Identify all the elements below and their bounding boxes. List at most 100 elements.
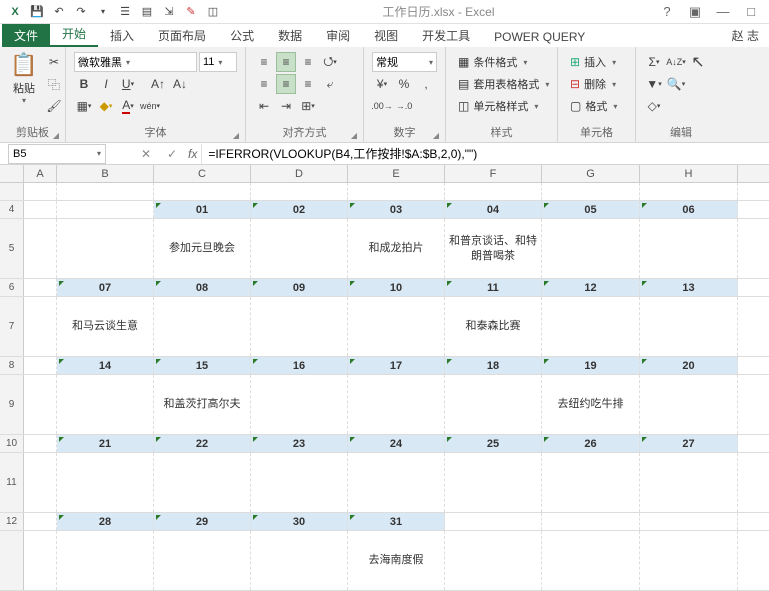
cell[interactable]: 11	[445, 279, 542, 296]
cell[interactable]	[445, 183, 542, 200]
cell[interactable]	[57, 531, 154, 590]
merge-center-icon[interactable]: ⊞▾	[298, 96, 318, 116]
cell[interactable]	[348, 183, 445, 200]
cell[interactable]	[348, 453, 445, 512]
copy-icon[interactable]: ⿻	[44, 74, 64, 94]
tab-data[interactable]: 数据	[266, 24, 314, 47]
row-header[interactable]	[0, 531, 24, 590]
cell[interactable]	[24, 435, 57, 452]
row-header[interactable]: 10	[0, 435, 24, 452]
cell[interactable]	[24, 531, 57, 590]
cell[interactable]	[640, 453, 738, 512]
cell[interactable]	[57, 453, 154, 512]
cell[interactable]: 和普京谈话、和特朗普喝茶	[445, 219, 542, 278]
user-name[interactable]: 赵 志	[722, 24, 769, 47]
column-header[interactable]: A	[24, 165, 57, 182]
cell[interactable]	[640, 297, 738, 356]
cell[interactable]: 26	[542, 435, 640, 452]
cell[interactable]: 27	[640, 435, 738, 452]
orientation-icon[interactable]: ⭯▾	[320, 52, 340, 72]
column-header[interactable]: D	[251, 165, 348, 182]
help-icon[interactable]: ?	[653, 4, 681, 19]
cell[interactable]: 和泰森比赛	[445, 297, 542, 356]
cell[interactable]: 14	[57, 357, 154, 374]
format-as-table-button[interactable]: ▤套用表格格式▾	[454, 74, 553, 94]
cell[interactable]: 30	[251, 513, 348, 530]
cell[interactable]	[24, 279, 57, 296]
cell[interactable]: 去纽约吃牛排	[542, 375, 640, 434]
cell[interactable]	[542, 219, 640, 278]
accounting-format-icon[interactable]: ¥▾	[372, 74, 392, 94]
row-header[interactable]: 7	[0, 297, 24, 356]
cell[interactable]: 09	[251, 279, 348, 296]
align-center-icon[interactable]: ≡	[276, 74, 296, 94]
clear-icon[interactable]: ◇▾	[644, 96, 664, 116]
tab-home[interactable]: 开始	[50, 22, 98, 47]
row-header[interactable]: 8	[0, 357, 24, 374]
row-header[interactable]	[0, 183, 24, 200]
cell[interactable]	[154, 183, 251, 200]
cell[interactable]: 18	[445, 357, 542, 374]
row-header[interactable]: 6	[0, 279, 24, 296]
tab-developer[interactable]: 开发工具	[410, 24, 482, 47]
cell[interactable]	[24, 219, 57, 278]
align-bottom-icon[interactable]: ≡	[298, 52, 318, 72]
cell[interactable]	[24, 201, 57, 218]
cell[interactable]: 12	[542, 279, 640, 296]
bold-button[interactable]: B	[74, 74, 94, 94]
cell[interactable]	[445, 513, 542, 530]
qat-eraser-icon[interactable]: ◫	[204, 3, 222, 21]
cell[interactable]: 16	[251, 357, 348, 374]
redo-icon[interactable]: ↷	[72, 3, 90, 21]
column-header[interactable]: C	[154, 165, 251, 182]
cell[interactable]: 22	[154, 435, 251, 452]
cell[interactable]	[251, 453, 348, 512]
align-top-icon[interactable]: ≡	[254, 52, 274, 72]
cell[interactable]: 04	[445, 201, 542, 218]
fill-color-icon[interactable]: ◆▾	[96, 96, 116, 116]
cell[interactable]: 31	[348, 513, 445, 530]
wrap-text-icon[interactable]: ⤶	[320, 74, 340, 94]
cell[interactable]	[542, 297, 640, 356]
align-middle-icon[interactable]: ≡	[276, 52, 296, 72]
select-all-corner[interactable]	[0, 165, 24, 182]
tab-review[interactable]: 审阅	[314, 24, 362, 47]
column-header[interactable]: F	[445, 165, 542, 182]
cell[interactable]: 28	[57, 513, 154, 530]
cell[interactable]	[154, 297, 251, 356]
cell[interactable]	[24, 183, 57, 200]
alignment-launcher-icon[interactable]: ◢	[351, 131, 357, 140]
tab-file[interactable]: 文件	[2, 24, 50, 47]
cell[interactable]	[445, 375, 542, 434]
column-header[interactable]: B	[57, 165, 154, 182]
cell[interactable]	[640, 183, 738, 200]
decrease-font-icon[interactable]: A↓	[170, 74, 190, 94]
cell[interactable]	[154, 531, 251, 590]
cell[interactable]	[251, 219, 348, 278]
qat-print-icon[interactable]: ✎	[182, 3, 200, 21]
column-header[interactable]: H	[640, 165, 738, 182]
cell[interactable]: 05	[542, 201, 640, 218]
cell[interactable]	[542, 183, 640, 200]
percent-icon[interactable]: %	[394, 74, 414, 94]
cell[interactable]: 19	[542, 357, 640, 374]
decrease-indent-icon[interactable]: ⇤	[254, 96, 274, 116]
tab-page-layout[interactable]: 页面布局	[146, 24, 218, 47]
sort-filter-icon[interactable]: A↓Z▾	[666, 52, 686, 72]
column-header[interactable]: E	[348, 165, 445, 182]
format-painter-icon[interactable]: 🖌	[44, 96, 64, 116]
cell[interactable]	[251, 375, 348, 434]
cell[interactable]: 01	[154, 201, 251, 218]
cell[interactable]: 02	[251, 201, 348, 218]
cell[interactable]: 06	[640, 201, 738, 218]
decrease-decimal-icon[interactable]: →.0	[394, 96, 414, 116]
qat-new-icon[interactable]: ☰	[116, 3, 134, 21]
phonetic-icon[interactable]: wén▾	[140, 96, 160, 116]
cell[interactable]	[57, 201, 154, 218]
paste-button[interactable]: 📋 粘贴 ▾	[6, 50, 42, 122]
cell[interactable]: 和马云谈生意	[57, 297, 154, 356]
cell[interactable]: 13	[640, 279, 738, 296]
cell[interactable]	[154, 453, 251, 512]
clipboard-launcher-icon[interactable]: ◢	[53, 131, 59, 140]
ribbon-options-icon[interactable]: ▣	[681, 4, 709, 20]
